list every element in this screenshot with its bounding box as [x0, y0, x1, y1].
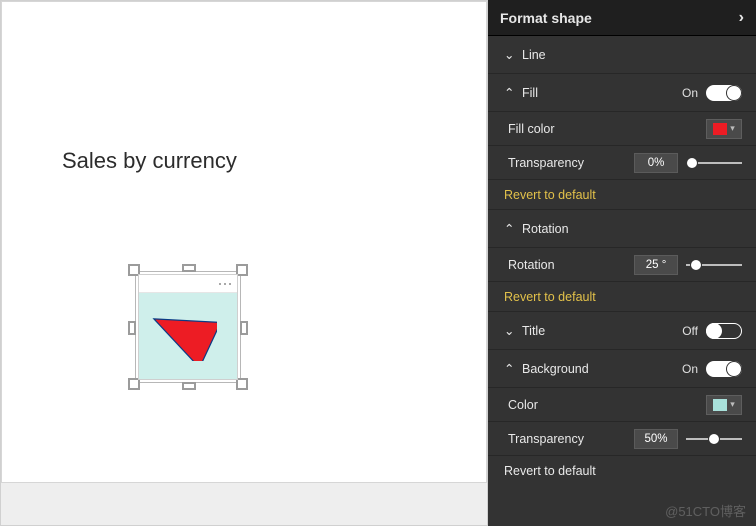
color-chip	[713, 399, 727, 411]
toggle-state-label: On	[682, 362, 698, 376]
resize-handle[interactable]	[128, 321, 136, 335]
chevron-down-icon: ⌄	[504, 323, 514, 338]
color-chip	[713, 123, 727, 135]
visual-tile[interactable]	[138, 274, 238, 380]
background-transparency-slider[interactable]	[686, 432, 742, 446]
toggle-state-label: On	[682, 86, 698, 100]
section-background[interactable]: ⌃Background On	[488, 350, 756, 388]
fill-transparency-input[interactable]: 0%	[634, 153, 678, 173]
visual-header	[139, 275, 237, 293]
title-toggle[interactable]	[706, 323, 742, 339]
fill-transparency-row: Transparency 0%	[488, 146, 756, 180]
rotation-slider[interactable]	[686, 258, 742, 272]
rotation-input[interactable]: 25 °	[634, 255, 678, 275]
panel-body: ⌄Line ⌃Fill On Fill color ▾ Transparency…	[488, 36, 756, 526]
report-page[interactable]: Sales by currency	[1, 1, 487, 483]
page-title: Sales by currency	[62, 148, 237, 174]
selected-shape-visual[interactable]	[132, 268, 244, 386]
report-canvas[interactable]: Sales by currency	[0, 0, 488, 526]
background-transparency-row: Transparency 50%	[488, 422, 756, 456]
resize-handle[interactable]	[240, 321, 248, 335]
section-rotation[interactable]: ⌃Rotation	[488, 210, 756, 248]
caret-down-icon: ▾	[730, 399, 735, 410]
chevron-up-icon: ⌃	[504, 221, 514, 236]
fill-color-swatch[interactable]: ▾	[706, 119, 742, 139]
resize-handle[interactable]	[182, 382, 196, 390]
panel-header: Format shape ›	[488, 0, 756, 36]
rotation-row: Rotation 25 °	[488, 248, 756, 282]
revert-to-default-link[interactable]: Revert to default	[488, 180, 756, 210]
more-icon[interactable]	[224, 283, 226, 285]
background-color-swatch[interactable]: ▾	[706, 395, 742, 415]
panel-title: Format shape	[500, 10, 592, 26]
revert-to-default-link[interactable]: Revert to default	[488, 282, 756, 312]
app-root: Sales by currency	[0, 0, 756, 526]
chevron-up-icon: ⌃	[504, 361, 514, 376]
background-transparency-input[interactable]: 50%	[634, 429, 678, 449]
resize-handle[interactable]	[182, 264, 196, 272]
revert-to-default-link[interactable]: Revert to default	[488, 456, 756, 486]
section-line[interactable]: ⌄Line	[488, 36, 756, 74]
more-icon[interactable]	[219, 283, 221, 285]
format-shape-panel: Format shape › ⌄Line ⌃Fill On Fill color…	[488, 0, 756, 526]
background-toggle[interactable]	[706, 361, 742, 377]
caret-down-icon: ▾	[730, 123, 735, 134]
more-icon[interactable]	[229, 283, 231, 285]
section-fill[interactable]: ⌃Fill On	[488, 74, 756, 112]
fill-color-row: Fill color ▾	[488, 112, 756, 146]
triangle-shape-icon	[147, 303, 217, 361]
chevron-up-icon: ⌃	[504, 85, 514, 100]
visual-body	[139, 293, 237, 379]
chevron-right-icon[interactable]: ›	[739, 9, 744, 27]
chevron-down-icon: ⌄	[504, 47, 514, 62]
section-title[interactable]: ⌄Title Off	[488, 312, 756, 350]
background-color-row: Color ▾	[488, 388, 756, 422]
fill-transparency-slider[interactable]	[686, 156, 742, 170]
fill-toggle[interactable]	[706, 85, 742, 101]
toggle-state-label: Off	[682, 324, 698, 338]
